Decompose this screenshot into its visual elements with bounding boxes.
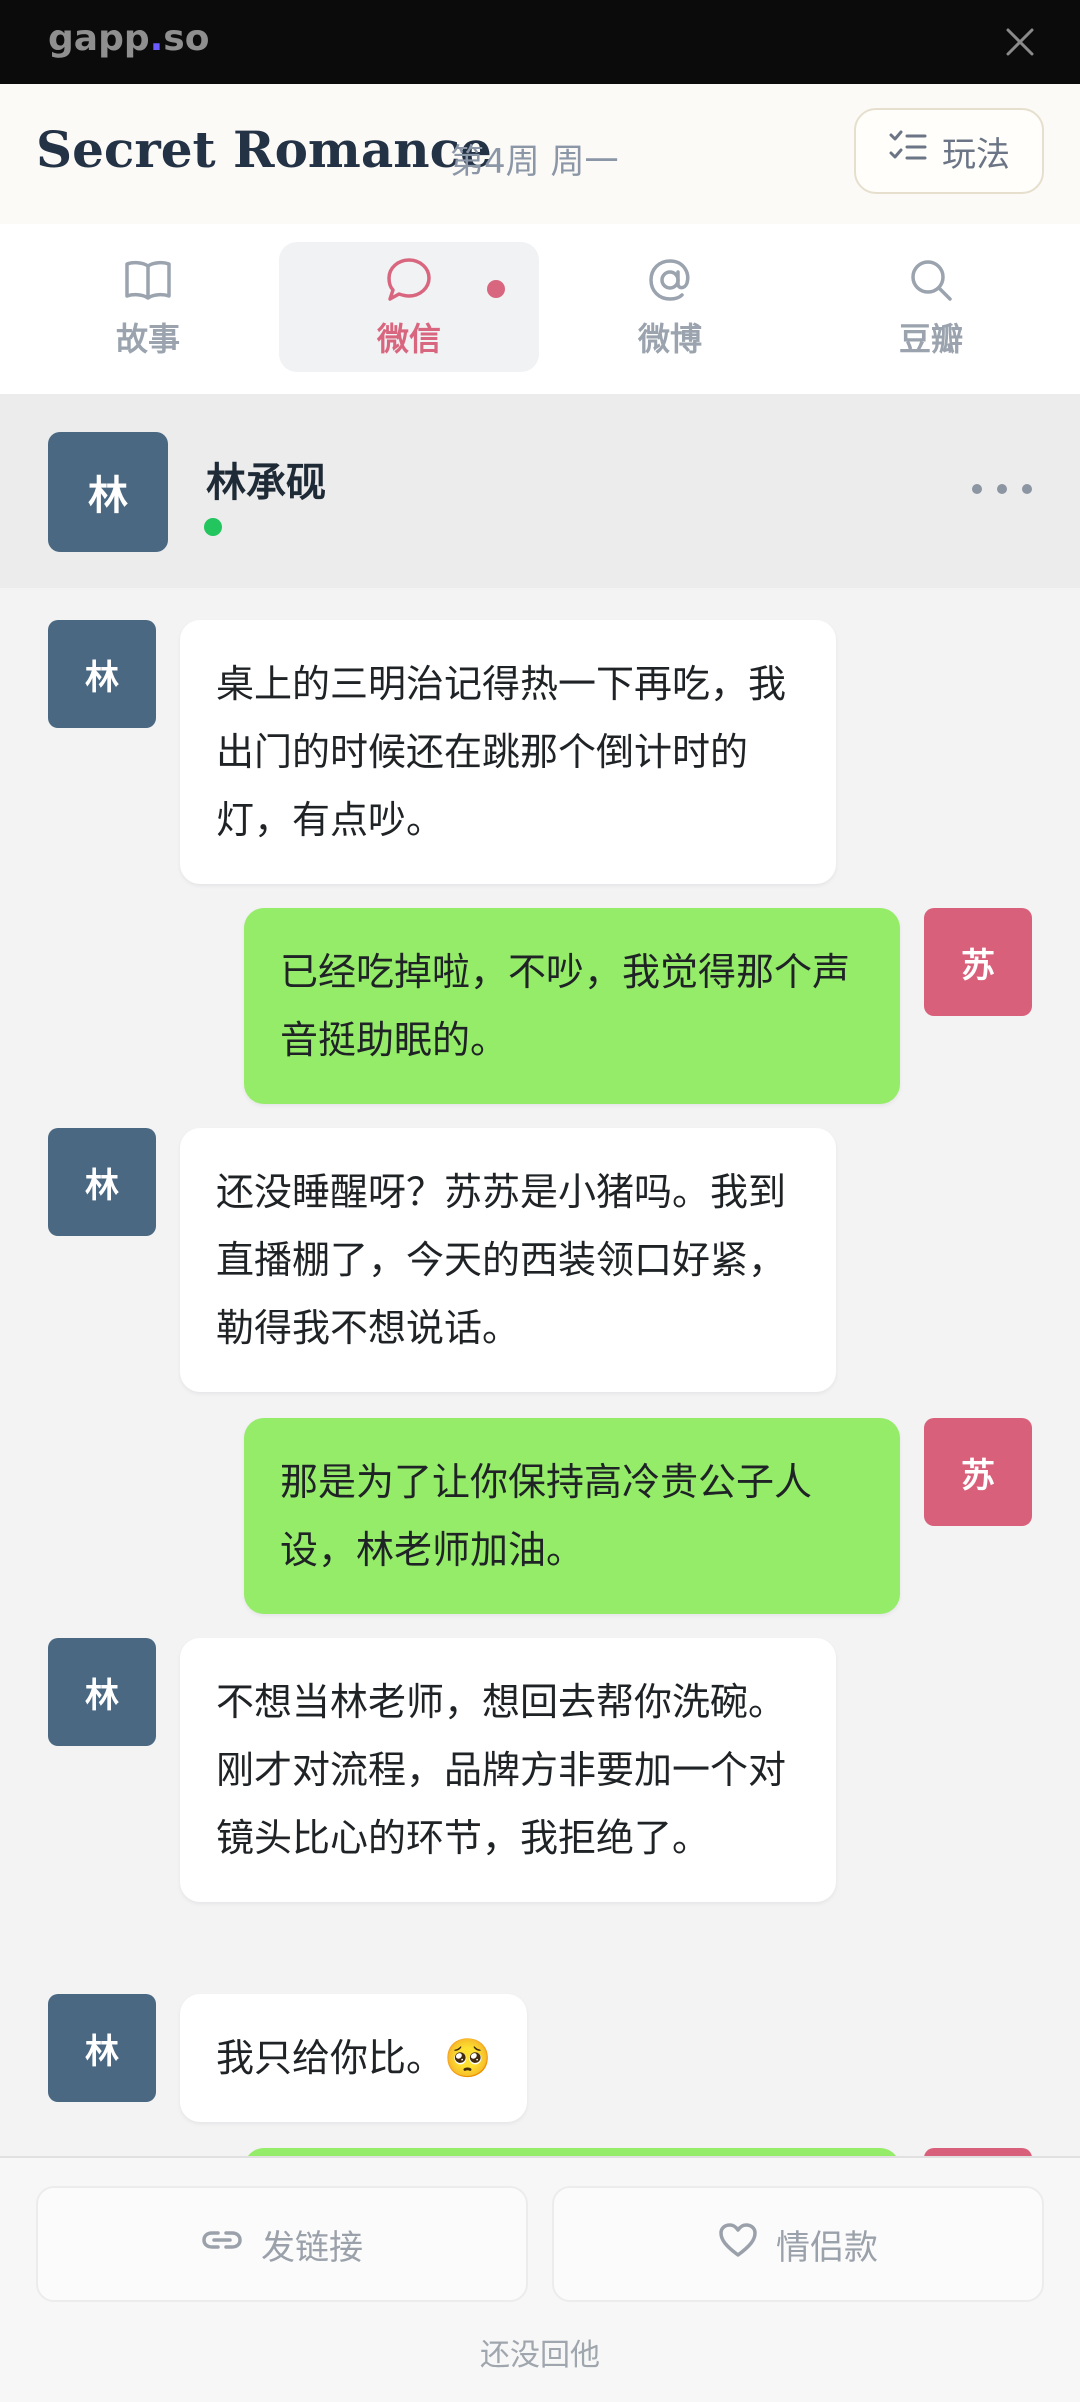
tab-label: 微信 [376, 320, 441, 358]
app-title: Secret Romance [36, 120, 492, 179]
tab-story[interactable]: 故事 [18, 242, 278, 372]
brand-logo: gapp.so [48, 18, 210, 59]
avatar[interactable]: 林 [48, 620, 156, 728]
online-status-dot [204, 518, 222, 536]
tab-bar: 故事 微信 微博 豆瓣 [0, 224, 1080, 396]
avatar[interactable]: 林 [48, 1994, 156, 2102]
at-icon [645, 254, 695, 306]
action-footer: 发链接 情侣款 还没回他 [0, 2156, 1080, 2402]
app-header: Secret Romance 第4周 周一 玩法 [0, 84, 1080, 226]
contact-name: 林承砚 [206, 460, 326, 506]
tab-wechat[interactable]: 微信 [279, 242, 539, 372]
week-label: 第4周 周一 [450, 142, 619, 182]
tab-label: 微博 [637, 320, 702, 358]
rules-button[interactable]: 玩法 [854, 108, 1044, 194]
avatar[interactable]: 林 [48, 1128, 156, 1236]
message-list[interactable]: 林 桌上的三明治记得热一下再吃，我出门的时候还在跳那个倒计时的灯，有点吵。 苏 … [0, 588, 1080, 2156]
avatar[interactable]: 林 [48, 1638, 156, 1746]
couple-style-label: 情侣款 [776, 2227, 878, 2268]
chat-header: 林 林承砚 [0, 394, 1080, 590]
chat-bubble-icon [384, 254, 434, 306]
search-icon [906, 254, 956, 306]
message-bubble [244, 2148, 900, 2156]
message-bubble: 不想当林老师，想回去帮你洗碗。刚才对流程，品牌方非要加一个对镜头比心的环节，我拒… [180, 1638, 836, 1902]
more-options-icon[interactable] [972, 474, 1032, 504]
link-icon [201, 2224, 243, 2264]
send-link-button[interactable]: 发链接 [36, 2186, 528, 2302]
rules-label: 玩法 [942, 134, 1010, 175]
heart-icon [718, 2222, 758, 2267]
message-bubble: 我只给你比。🥺 [180, 1994, 528, 2122]
contact-avatar[interactable]: 林 [48, 432, 168, 552]
message-bubble: 还没睡醒呀？苏苏是小猪吗。我到直播棚了，今天的西装领口好紧，勒得我不想说话。 [180, 1128, 836, 1392]
browser-top-bar: gapp.so [0, 0, 1080, 84]
message-bubble: 已经吃掉啦，不吵，我觉得那个声音挺助眠的。 [244, 908, 900, 1104]
avatar[interactable]: 苏 [924, 908, 1032, 1016]
tab-weibo[interactable]: 微博 [540, 242, 800, 372]
tab-label: 故事 [115, 320, 180, 358]
message-bubble: 桌上的三明治记得热一下再吃，我出门的时候还在跳那个倒计时的灯，有点吵。 [180, 620, 836, 884]
unread-dot [487, 280, 505, 298]
tab-douban[interactable]: 豆瓣 [801, 242, 1061, 372]
send-link-label: 发链接 [261, 2227, 363, 2268]
couple-style-button[interactable]: 情侣款 [552, 2186, 1044, 2302]
checklist-icon [888, 129, 928, 174]
avatar[interactable]: 苏 [924, 1418, 1032, 1526]
reply-status: 还没回他 [480, 2338, 600, 2373]
book-icon [123, 254, 173, 306]
close-icon[interactable] [996, 18, 1044, 66]
message-bubble: 那是为了让你保持高冷贵公子人设，林老师加油。 [244, 1418, 900, 1614]
avatar[interactable] [924, 2148, 1032, 2156]
tab-label: 豆瓣 [898, 320, 963, 358]
